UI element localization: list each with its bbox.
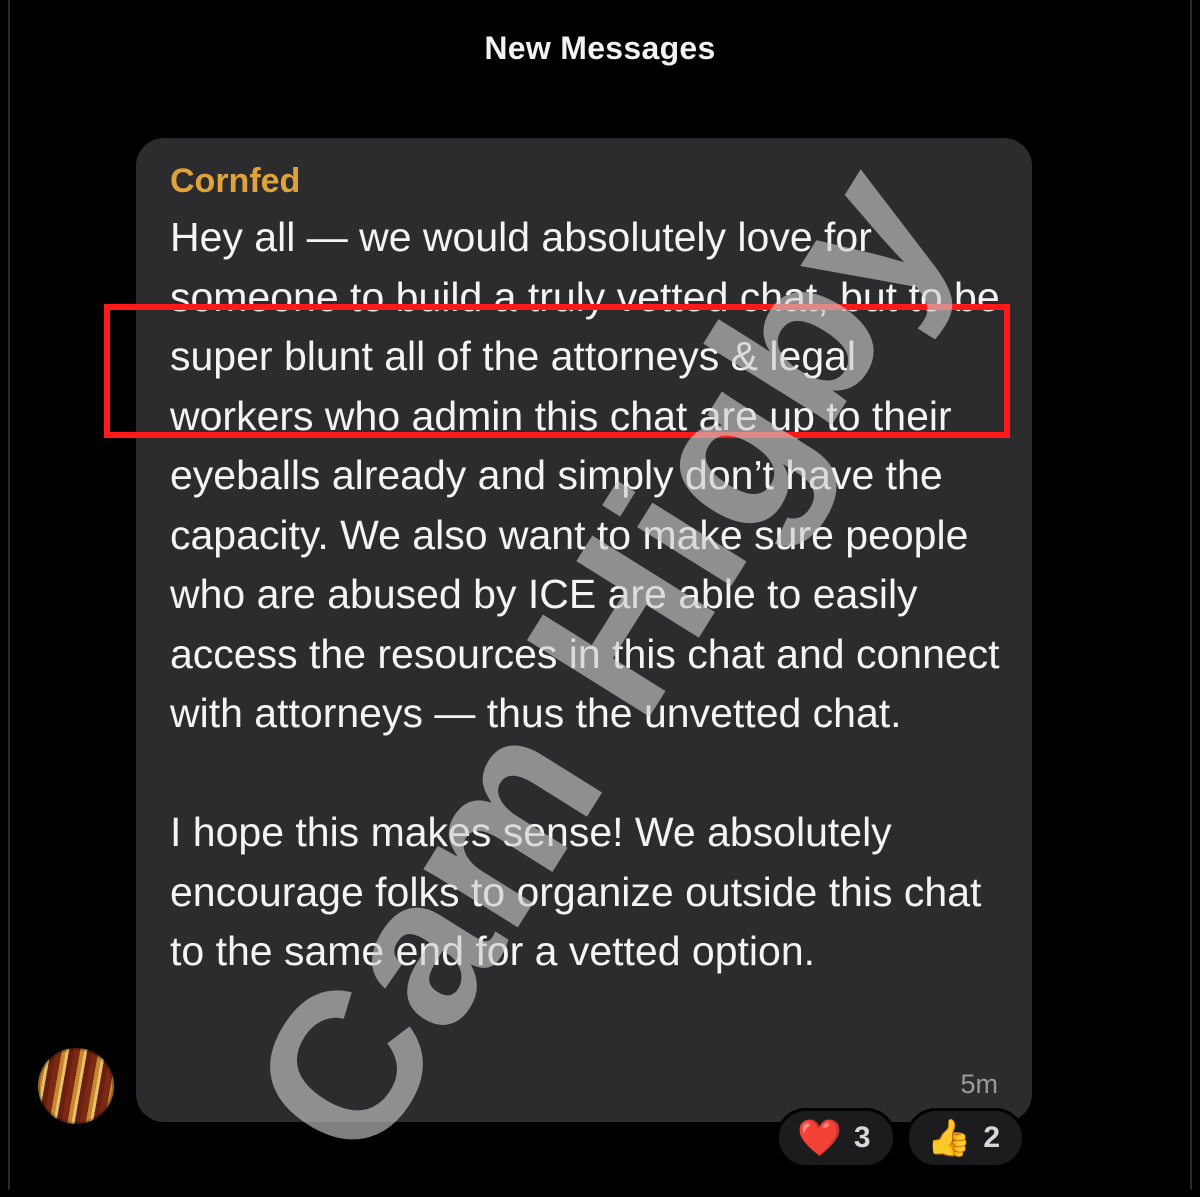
reaction-count: 2 <box>983 1121 1001 1154</box>
reactions-bar: ❤️ 3 👍 2 <box>776 1108 1026 1168</box>
highlight-annotation-box <box>104 304 1010 438</box>
right-edge-divider <box>1190 0 1192 1190</box>
page-title: New Messages <box>484 30 716 66</box>
reaction-heart[interactable]: ❤️ 3 <box>776 1108 896 1168</box>
thumbs-up-icon: 👍 <box>926 1117 972 1158</box>
sender-name[interactable]: Cornfed <box>170 162 300 201</box>
reaction-thumbs-up[interactable]: 👍 2 <box>905 1108 1026 1168</box>
message-bubble[interactable]: Cornfed Hey all — we would absolutely lo… <box>136 138 1032 1122</box>
message-paragraph: I hope this makes sense! We absolutely e… <box>170 809 982 974</box>
heart-icon: ❤️ <box>797 1117 842 1158</box>
message-paragraph: Hey all — we would absolutely love for s… <box>170 214 1000 736</box>
sender-avatar[interactable] <box>38 1048 114 1124</box>
left-edge-divider <box>8 0 10 1190</box>
reaction-count: 3 <box>853 1121 871 1154</box>
message-timestamp: 5m <box>960 1069 998 1099</box>
